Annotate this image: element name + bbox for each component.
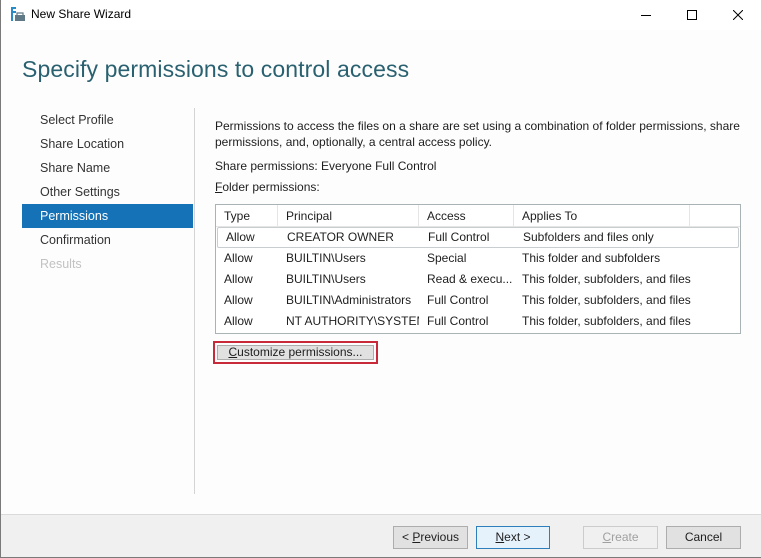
button-label: ustomize permissions... — [237, 345, 363, 359]
column-header-applies-to[interactable]: Applies To — [514, 205, 690, 227]
button-prefix: < — [401, 530, 413, 544]
content-area: Permissions to access the files on a sha… — [215, 118, 745, 195]
cell-applies-to: Subfolders and files only — [523, 230, 654, 244]
cell-type: Allow — [224, 272, 253, 286]
maximize-button[interactable] — [669, 0, 715, 30]
nav-item-share-name[interactable]: Share Name — [22, 156, 193, 180]
cell-principal: BUILTIN\Users — [286, 251, 366, 265]
nav-item-select-profile[interactable]: Select Profile — [22, 108, 193, 132]
cell-access: Full Control — [427, 314, 489, 328]
create-button: Create — [583, 526, 658, 549]
wizard-steps-nav: Select Profile Share Location Share Name… — [22, 108, 193, 276]
cell-applies-to: This folder and subfolders — [522, 251, 661, 265]
cell-principal: NT AUTHORITY\SYSTEM — [286, 314, 419, 328]
table-row[interactable]: Allow BUILTIN\Users Read & execu... This… — [216, 269, 740, 290]
table-row[interactable]: Allow BUILTIN\Users Special This folder … — [216, 248, 740, 269]
label-text: older permissions: — [222, 180, 320, 194]
previous-button[interactable]: < Previous — [393, 526, 468, 549]
nav-item-other-settings[interactable]: Other Settings — [22, 180, 193, 204]
cell-type: Allow — [224, 293, 253, 307]
customize-permissions-button[interactable]: Customize permissions... — [217, 345, 374, 360]
cell-principal: CREATOR OWNER — [287, 230, 394, 244]
new-share-wizard-window: New Share Wizard Specify permissions to … — [0, 0, 761, 558]
share-permissions-text: Share permissions: Everyone Full Control — [215, 159, 437, 173]
share-wizard-icon — [11, 7, 25, 21]
column-header-filler — [690, 205, 740, 227]
cell-access: Special — [427, 251, 467, 265]
table-row[interactable]: Allow BUILTIN\Administrators Full Contro… — [216, 290, 740, 311]
column-header-access[interactable]: Access — [419, 205, 514, 227]
cell-principal: BUILTIN\Users — [286, 272, 366, 286]
cell-access: Full Control — [427, 293, 489, 307]
button-label: revious — [420, 530, 460, 544]
title-bar: New Share Wizard — [1, 0, 761, 30]
folder-permissions-label: Folder permissions: — [215, 179, 745, 195]
cell-type: Allow — [226, 230, 255, 244]
button-label: reate — [611, 530, 639, 544]
accel-key: C — [228, 345, 238, 359]
nav-item-confirmation[interactable]: Confirmation — [22, 228, 193, 252]
nav-divider — [194, 108, 195, 494]
cell-applies-to: This folder, subfolders, and files — [522, 293, 691, 307]
nav-item-permissions[interactable]: Permissions — [22, 204, 193, 228]
maximize-icon — [687, 10, 697, 20]
nav-item-results: Results — [40, 257, 82, 271]
table-row[interactable]: Allow CREATOR OWNER Full Control Subfold… — [217, 227, 739, 248]
wizard-footer: < Previous Next > Create Cancel — [1, 514, 761, 557]
cell-access: Full Control — [428, 230, 490, 244]
close-icon — [733, 10, 743, 20]
grid-header: Type Principal Access Applies To — [216, 205, 740, 227]
cell-type: Allow — [224, 251, 253, 265]
cell-type: Allow — [224, 314, 253, 328]
cell-access: Read & execu... — [427, 272, 513, 286]
button-label: ext > — [504, 530, 531, 544]
accel-key: N — [495, 530, 505, 544]
cell-applies-to: This folder, subfolders, and files — [522, 314, 691, 328]
folder-permissions-grid[interactable]: Type Principal Access Applies To Allow C… — [215, 204, 741, 334]
customize-highlight-box: Customize permissions... — [213, 341, 378, 364]
page-title: Specify permissions to control access — [22, 56, 410, 82]
permissions-description: Permissions to access the files on a sha… — [215, 119, 740, 149]
cell-applies-to: This folder, subfolders, and files — [522, 272, 691, 286]
minimize-icon — [641, 15, 651, 16]
column-header-principal[interactable]: Principal — [278, 205, 419, 227]
cell-principal: BUILTIN\Administrators — [286, 293, 412, 307]
next-button[interactable]: Next > — [476, 526, 550, 549]
table-row[interactable]: Allow NT AUTHORITY\SYSTEM Full Control T… — [216, 311, 740, 332]
column-header-type[interactable]: Type — [216, 205, 278, 227]
minimize-button[interactable] — [623, 0, 669, 30]
window-title: New Share Wizard — [31, 7, 132, 21]
close-button[interactable] — [715, 0, 761, 30]
nav-item-share-location[interactable]: Share Location — [22, 132, 193, 156]
cancel-button[interactable]: Cancel — [666, 526, 741, 549]
accel-key: C — [602, 530, 612, 544]
